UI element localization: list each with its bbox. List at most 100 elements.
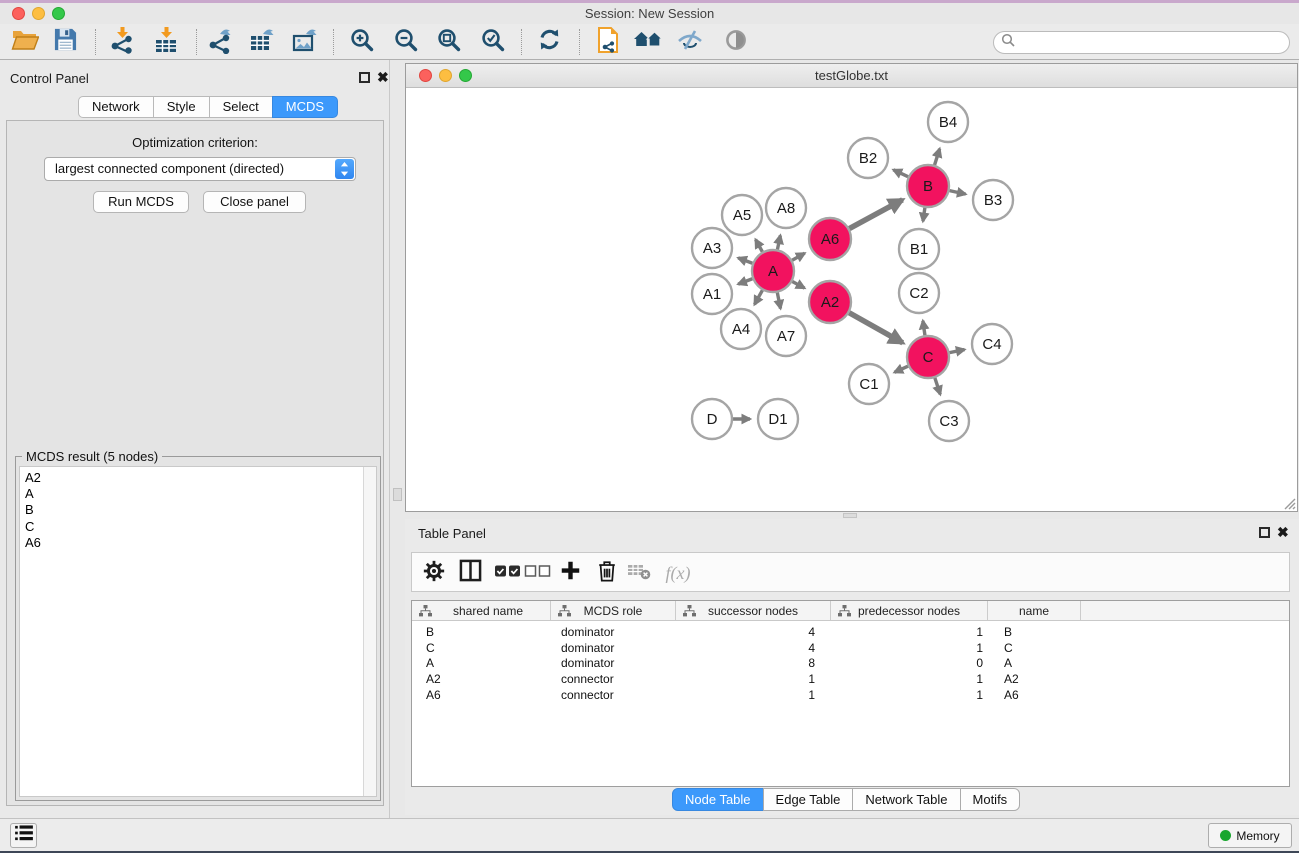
status-bar: Memory — [0, 818, 1299, 851]
float-panel-icon[interactable] — [359, 72, 370, 83]
show-panel-button[interactable] — [719, 27, 753, 57]
table-row[interactable]: Adominator80A — [412, 656, 1289, 672]
resize-grip-icon[interactable] — [1282, 496, 1296, 510]
network-edge-A-A4[interactable] — [755, 290, 763, 304]
network-edge-C-C1[interactable] — [894, 366, 908, 372]
network-edge-A-A1[interactable] — [738, 279, 752, 284]
close-table-panel-icon[interactable]: ✖ — [1277, 525, 1289, 539]
network-node-label: C — [923, 349, 934, 366]
vertical-splitter-handle[interactable] — [393, 488, 402, 501]
list-item[interactable]: A2 — [25, 470, 376, 486]
search-box[interactable] — [993, 31, 1290, 54]
export-network-button[interactable] — [203, 27, 237, 57]
network-node-label: B4 — [939, 114, 957, 131]
network-edge-C-C4[interactable] — [950, 350, 965, 353]
table-row[interactable]: Cdominator41C — [412, 640, 1289, 656]
zoom-fit-button[interactable] — [432, 27, 466, 57]
network-document-icon — [595, 26, 621, 59]
network-edge-A2-C[interactable] — [849, 313, 903, 343]
network-node-label: B1 — [910, 241, 928, 258]
duplicate-network-button[interactable] — [591, 27, 625, 57]
network-edge-B-B4[interactable] — [935, 149, 940, 165]
delete-column-button[interactable] — [592, 558, 622, 588]
result-list-scrollbar[interactable] — [363, 467, 376, 796]
toolbar-separator — [95, 29, 96, 55]
network-edge-A-A7[interactable] — [777, 293, 780, 309]
export-image-button[interactable] — [288, 27, 322, 57]
deselect-all-button[interactable] — [522, 558, 552, 588]
network-node-label: A6 — [821, 231, 839, 248]
tab-style[interactable]: Style — [153, 96, 210, 118]
network-edge-B-B1[interactable] — [923, 208, 925, 222]
zoom-in-button[interactable] — [345, 27, 379, 57]
column-header-name[interactable]: name — [988, 601, 1081, 620]
zoom-selected-button[interactable] — [476, 27, 510, 57]
table-settings-button[interactable] — [419, 558, 449, 588]
tab-network-table[interactable]: Network Table — [852, 788, 960, 811]
list-item[interactable]: A6 — [25, 535, 376, 551]
save-session-button[interactable] — [48, 27, 82, 57]
tab-edge-table[interactable]: Edge Table — [763, 788, 854, 811]
column-header-predecessor-nodes[interactable]: predecessor nodes — [831, 601, 988, 620]
network-edge-A-A6[interactable] — [792, 253, 805, 260]
network-canvas[interactable]: AA1A2A3A4A5A6A7A8BB1B2B3B4CC1C2C3C4DD1 — [406, 89, 1297, 511]
list-item[interactable]: B — [25, 502, 376, 518]
network-edge-A-A8[interactable] — [777, 235, 780, 249]
network-window-titlebar[interactable]: testGlobe.txt — [406, 64, 1297, 88]
optimization-criterion-select[interactable]: largest connected component (directed) — [44, 157, 356, 181]
network-graph[interactable]: AA1A2A3A4A5A6A7A8BB1B2B3B4CC1C2C3C4DD1 — [406, 89, 1297, 512]
network-edge-A-A2[interactable] — [792, 282, 804, 289]
close-network-button[interactable] — [419, 69, 432, 82]
table-row[interactable]: A6connector11A6 — [412, 687, 1289, 703]
network-node-label: A5 — [733, 207, 751, 224]
network-edge-C-C2[interactable] — [923, 321, 925, 335]
function-builder-button[interactable]: f(x) — [659, 558, 697, 588]
list-item[interactable]: A — [25, 486, 376, 502]
create-column-button[interactable] — [555, 558, 585, 588]
search-input[interactable] — [1016, 33, 1289, 52]
network-edge-A-A3[interactable] — [738, 258, 752, 263]
float-table-panel-icon[interactable] — [1259, 527, 1270, 538]
network-edge-A6-B[interactable] — [849, 200, 902, 229]
tab-node-table[interactable]: Node Table — [672, 788, 764, 811]
memory-button[interactable]: Memory — [1208, 823, 1292, 848]
minimize-window-button[interactable] — [32, 7, 45, 20]
delete-table-button[interactable] — [624, 558, 654, 588]
minimize-network-button[interactable] — [439, 69, 452, 82]
hide-panel-button[interactable] — [673, 27, 707, 57]
home-layout-button[interactable] — [631, 27, 665, 57]
maximize-window-button[interactable] — [52, 7, 65, 20]
refresh-button[interactable] — [532, 27, 566, 57]
tab-mcds[interactable]: MCDS — [272, 96, 338, 118]
close-panel-icon[interactable]: ✖ — [377, 70, 389, 84]
close-panel-button[interactable]: Close panel — [203, 191, 306, 213]
show-panels-button[interactable] — [10, 823, 37, 848]
run-mcds-button[interactable]: Run MCDS — [93, 191, 189, 213]
table-row[interactable]: Bdominator41B — [412, 624, 1289, 640]
column-header-successor-nodes[interactable]: successor nodes — [676, 601, 831, 620]
network-edge-B-B3[interactable] — [950, 191, 966, 194]
list-item[interactable]: C — [25, 519, 376, 535]
maximize-network-button[interactable] — [459, 69, 472, 82]
zoom-out-button[interactable] — [389, 27, 423, 57]
network-edge-C-C3[interactable] — [935, 378, 940, 394]
network-node-label: C3 — [939, 413, 958, 430]
export-table-button[interactable] — [245, 27, 279, 57]
table-row[interactable]: A2connector11A2 — [412, 671, 1289, 687]
show-columns-button[interactable] — [455, 558, 485, 588]
horizontal-splitter-handle[interactable] — [843, 513, 857, 518]
tab-select[interactable]: Select — [209, 96, 273, 118]
eye-circle-icon — [723, 27, 749, 58]
select-all-button[interactable] — [492, 558, 522, 588]
open-file-button[interactable] — [8, 27, 42, 57]
close-window-button[interactable] — [12, 7, 25, 20]
network-node-label: B — [923, 178, 933, 195]
column-header-shared-name[interactable]: shared name — [412, 601, 551, 620]
tab-network[interactable]: Network — [78, 96, 154, 118]
network-edge-A-A5[interactable] — [756, 239, 763, 251]
import-table-button[interactable] — [149, 27, 183, 57]
import-network-button[interactable] — [105, 27, 139, 57]
tab-motifs[interactable]: Motifs — [960, 788, 1021, 811]
column-header-mcds-role[interactable]: MCDS role — [551, 601, 676, 620]
network-edge-B-B2[interactable] — [893, 170, 908, 177]
